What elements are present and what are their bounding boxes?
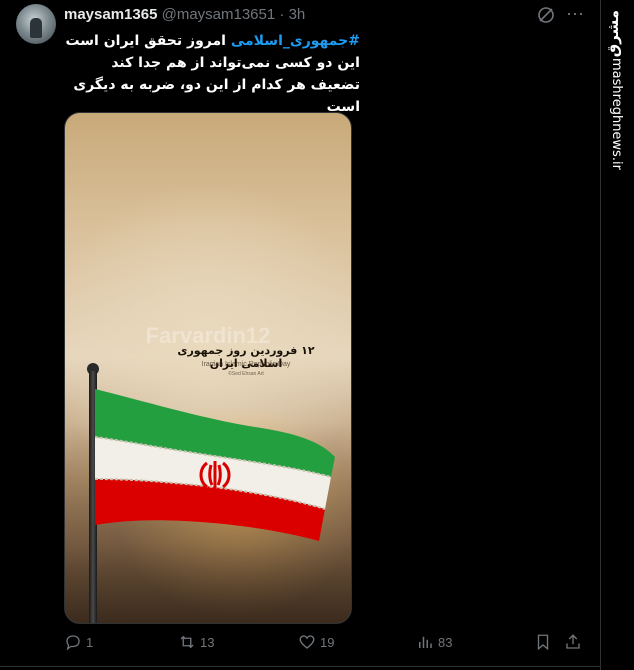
heart-icon: [299, 635, 315, 649]
views-button[interactable]: 83: [416, 633, 452, 651]
iran-flag: [95, 389, 335, 541]
reply-icon: [66, 635, 80, 651]
mashregh-watermark-strip: مشرق mashreghnews.ir: [600, 0, 634, 670]
author-name[interactable]: maysam1365: [64, 6, 157, 23]
repost-button[interactable]: 13: [178, 633, 214, 651]
views-icon: [419, 636, 432, 648]
share-button[interactable]: [564, 633, 582, 651]
hashtag-link[interactable]: #جمهوری_اسلامی: [231, 33, 360, 49]
author-handle[interactable]: @maysam13651: [162, 6, 276, 23]
reply-button[interactable]: 1: [64, 633, 93, 651]
tweet-media-video[interactable]: Farvardin12 ۱۲ فروردین روز جمهوری اسلامی…: [64, 112, 352, 624]
avatar[interactable]: [16, 4, 56, 44]
share-icon: [566, 634, 580, 649]
tweet[interactable]: maysam1365 @maysam13651 · 3h ⋯ #جمهوری_ا…: [0, 0, 600, 670]
bookmark-icon: [537, 634, 549, 651]
tweet-line-1: #جمهوری_اسلامی امروز تحقق ایران است: [64, 30, 360, 52]
separator-dot: ·: [279, 6, 285, 23]
mashregh-logo: مشرق: [604, 10, 622, 58]
repost-icon: [180, 635, 194, 649]
bookmark-button[interactable]: [534, 633, 552, 651]
media-subtitle: Iranian Islamic Republic Day: [201, 361, 291, 368]
views-count: 83: [438, 634, 453, 650]
media-credit: ©Sed Ehsan Art: [228, 371, 264, 377]
tweet-line-1-rest: امروز تحقق ایران است: [65, 33, 231, 49]
timestamp[interactable]: 3h: [289, 6, 306, 23]
tweet-text: #جمهوری_اسلامی امروز تحقق ایران است این …: [64, 30, 360, 118]
like-count: 19: [320, 634, 335, 650]
reply-count: 1: [86, 634, 94, 650]
more-options-icon[interactable]: ⋯: [566, 4, 585, 25]
tweet-line-2: این دو کسی نمی‌تواند از هم جدا کند: [111, 55, 360, 71]
tweet-divider: [0, 666, 600, 667]
repost-count: 13: [200, 634, 215, 650]
like-button[interactable]: 19: [298, 633, 334, 651]
mashregh-url: mashreghnews.ir: [609, 58, 624, 170]
grok-icon[interactable]: [536, 5, 556, 25]
tweet-actions: 1 13 19 83: [64, 633, 584, 657]
tweet-header: maysam1365 @maysam13651 · 3h: [64, 6, 305, 23]
